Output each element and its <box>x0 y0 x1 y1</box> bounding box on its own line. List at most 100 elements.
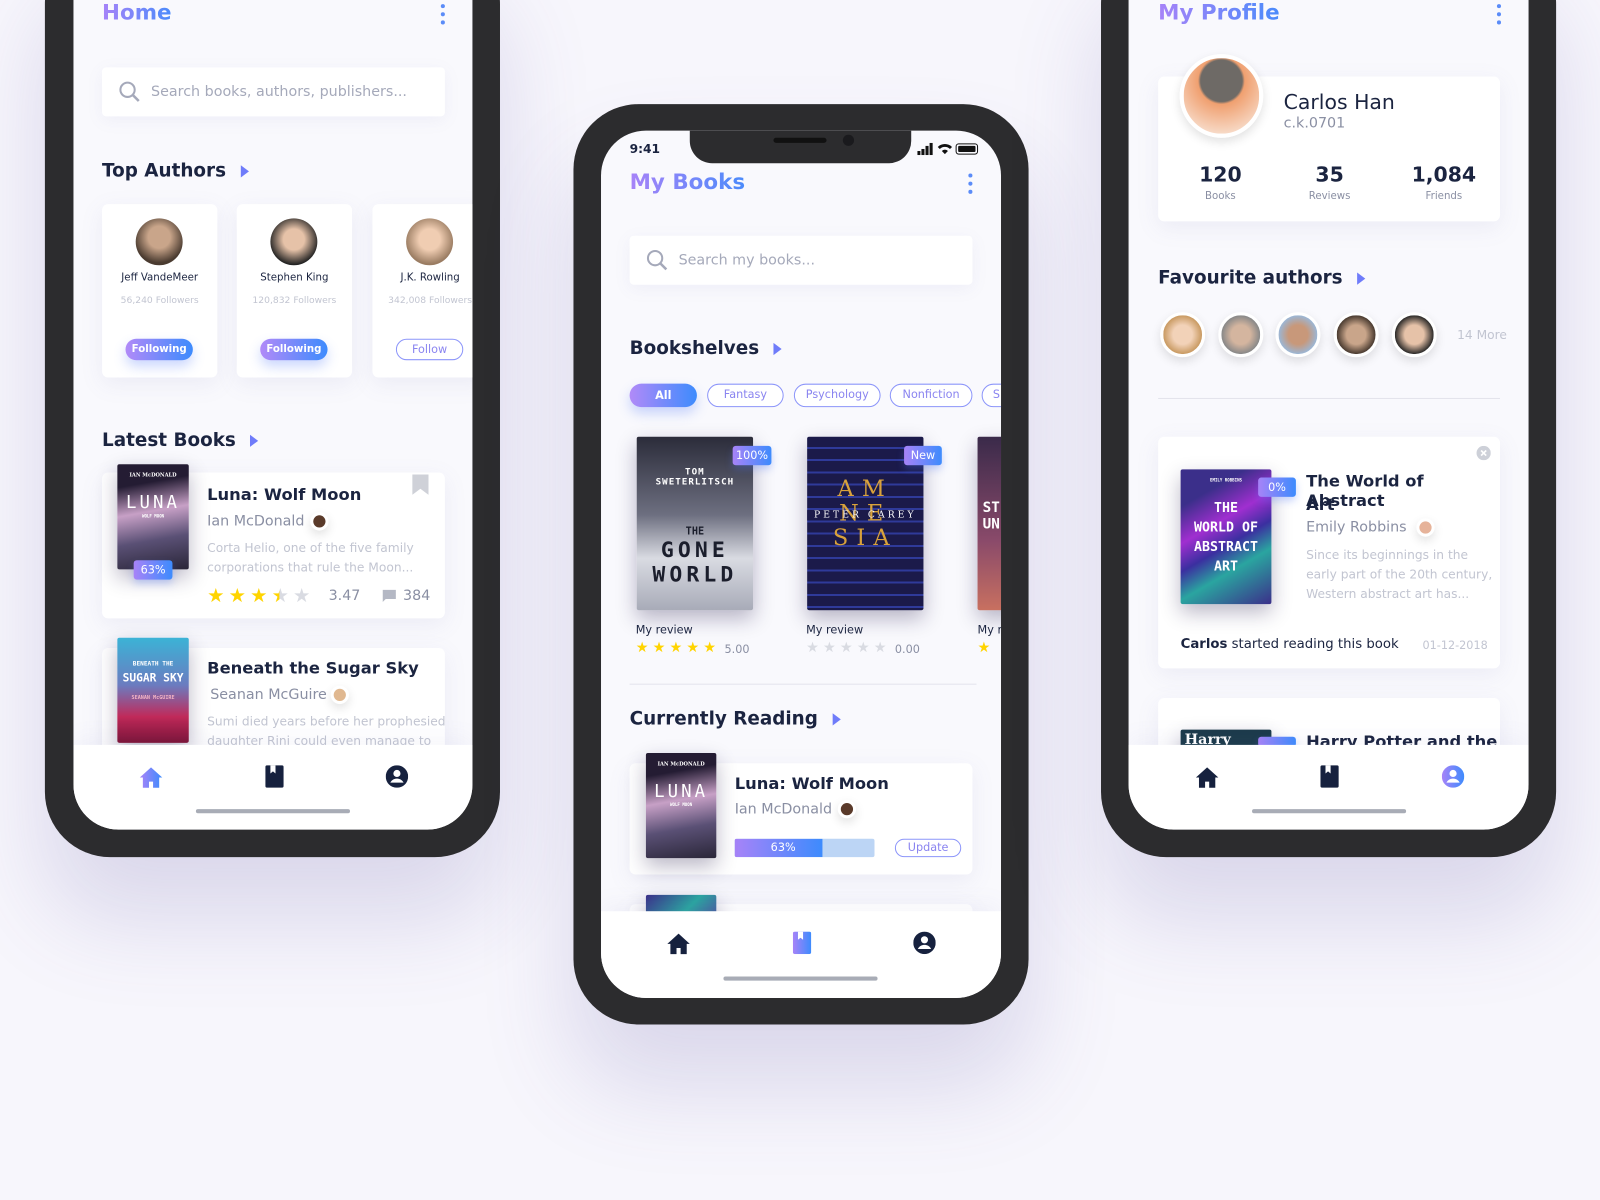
update-button[interactable]: Update <box>894 838 962 858</box>
book-description: Sumi died years before her prophesied <box>207 714 446 729</box>
bottom-nav <box>73 744 473 830</box>
chip-all[interactable]: All <box>629 383 697 408</box>
author-name: J.K. Rowling <box>400 272 460 284</box>
home-screen: Home Search books, authors, publishers..… <box>73 0 473 830</box>
stat-reviews-label: Reviews <box>1308 190 1351 203</box>
book-title: Art <box>1306 494 1335 515</box>
bottom-nav <box>1128 744 1529 830</box>
profile-avatar[interactable] <box>1179 54 1264 138</box>
chip-nonfiction[interactable]: Nonfiction <box>889 383 973 408</box>
arrow-right-icon <box>240 165 249 178</box>
search-input[interactable]: Search books, authors, publishers... <box>102 67 445 117</box>
cover-author: TOM SWETERLITSCH <box>655 467 735 488</box>
bookshelves-heading[interactable]: Bookshelves <box>630 338 782 359</box>
star-icon: ★ <box>823 639 836 657</box>
home-icon[interactable] <box>139 766 163 788</box>
book-cover[interactable]: IAN McDONALD LUNA WOLF MOON <box>117 464 189 570</box>
book-description: Corta Helio, one of the five family <box>207 540 414 556</box>
star-icon: ★ <box>669 639 683 657</box>
follow-button[interactable]: Follow <box>395 338 464 361</box>
progress-badge: 0% <box>1258 477 1296 497</box>
progress-badge: 63% <box>133 560 173 580</box>
close-icon[interactable] <box>1476 445 1491 461</box>
favourite-authors-label: Favourite authors <box>1158 267 1343 289</box>
latest-books-heading[interactable]: Latest Books <box>102 429 259 452</box>
favourite-authors-heading[interactable]: Favourite authors <box>1158 267 1366 289</box>
search-placeholder: Search books, authors, publishers... <box>151 83 407 100</box>
favourite-author-avatar[interactable] <box>1218 312 1264 358</box>
status-time: 9:41 <box>629 141 661 157</box>
author-avatar <box>270 218 318 266</box>
star-icon: ★ <box>703 639 717 657</box>
book-author: Seanan McGuire <box>210 686 327 704</box>
camera <box>842 134 855 146</box>
notch <box>689 130 912 164</box>
star-icon: ★ <box>250 584 268 608</box>
search-icon <box>119 81 140 102</box>
book-icon[interactable] <box>792 931 812 955</box>
star-icon: ★ <box>635 639 649 657</box>
currently-reading-heading[interactable]: Currently Reading <box>630 708 841 730</box>
chip-fantasy[interactable]: Fantasy <box>707 383 784 408</box>
book-cover[interactable]: IAN McDONALD LUNA WOLF MOON <box>645 753 717 859</box>
author-card[interactable]: Stephen King 120,832 Followers Following <box>236 204 353 378</box>
top-authors-heading[interactable]: Top Authors <box>102 160 249 182</box>
more-menu-icon[interactable] <box>1496 4 1502 28</box>
latest-books-label: Latest Books <box>102 429 236 452</box>
comment-count: 384 <box>403 587 431 605</box>
star-icon: ★ <box>293 584 311 608</box>
star-icon: ★ <box>228 584 247 608</box>
book-cover[interactable]: ST UN <box>977 436 1002 611</box>
chip-more[interactable]: S <box>981 383 1002 408</box>
page-title: My Books <box>629 169 746 194</box>
profile-icon[interactable] <box>385 765 409 788</box>
author-followers: 56,240 Followers <box>120 295 199 307</box>
home-icon[interactable] <box>1195 766 1219 788</box>
book-icon[interactable] <box>265 765 284 788</box>
book-description: early part of the 20th century, <box>1306 567 1493 582</box>
book-icon[interactable] <box>1320 765 1339 788</box>
author-name: Stephen King <box>260 272 329 284</box>
more-authors-link[interactable]: 14 More <box>1457 328 1507 342</box>
activity-actor[interactable]: Carlos <box>1181 637 1228 652</box>
bookmark-icon[interactable] <box>412 474 429 495</box>
rating-value: 5.00 <box>724 642 750 657</box>
author-card[interactable]: J.K. Rowling 342,008 Followers Follow <box>372 204 473 378</box>
arrow-right-icon <box>1356 272 1366 285</box>
review-label: My re <box>977 623 1001 637</box>
star-icon: ★ <box>806 639 819 657</box>
author-card[interactable]: Jeff VandeMeer 56,240 Followers Followin… <box>102 204 218 378</box>
favourite-author-avatar[interactable] <box>1333 312 1379 358</box>
search-input[interactable]: Search my books... <box>629 235 973 285</box>
stat-books-label: Books <box>1205 190 1236 203</box>
cover-author: SEANAN McGUIRE <box>131 694 175 702</box>
profile-icon[interactable] <box>1441 765 1465 788</box>
page-title: Home <box>102 0 172 25</box>
divider <box>629 683 977 685</box>
author-avatar <box>837 799 857 819</box>
home-icon[interactable] <box>666 933 690 955</box>
favourite-author-avatar[interactable] <box>1160 312 1206 358</box>
cover-title: LUNA <box>654 781 709 803</box>
review-label: My review <box>806 623 864 637</box>
arrow-right-icon <box>773 342 782 356</box>
more-menu-icon[interactable] <box>968 173 973 197</box>
arrow-right-icon <box>832 713 841 726</box>
following-button[interactable]: Following <box>125 338 193 361</box>
progress-badge: 100% <box>732 445 772 466</box>
more-menu-icon[interactable] <box>440 4 445 28</box>
chip-psychology[interactable]: Psychology <box>793 383 881 408</box>
favourite-author-avatar[interactable] <box>1275 312 1321 358</box>
my-books-screen: 9:41 My Books Search my books... Bookshe… <box>601 130 1002 998</box>
profile-icon[interactable] <box>913 931 936 955</box>
arrow-right-icon <box>250 434 259 447</box>
page-title: My Profile <box>1158 0 1280 25</box>
status-icons <box>917 142 979 156</box>
new-badge: New <box>904 445 942 466</box>
following-button[interactable]: Following <box>260 338 328 361</box>
bookshelves-label: Bookshelves <box>629 337 760 360</box>
book-cover[interactable]: BENEATH THE SUGAR SKY SEANAN McGUIRE <box>117 637 189 743</box>
favourite-author-avatar[interactable] <box>1391 312 1437 358</box>
author-avatar <box>1416 518 1435 537</box>
cover-author: PETER CAREY <box>807 510 924 521</box>
